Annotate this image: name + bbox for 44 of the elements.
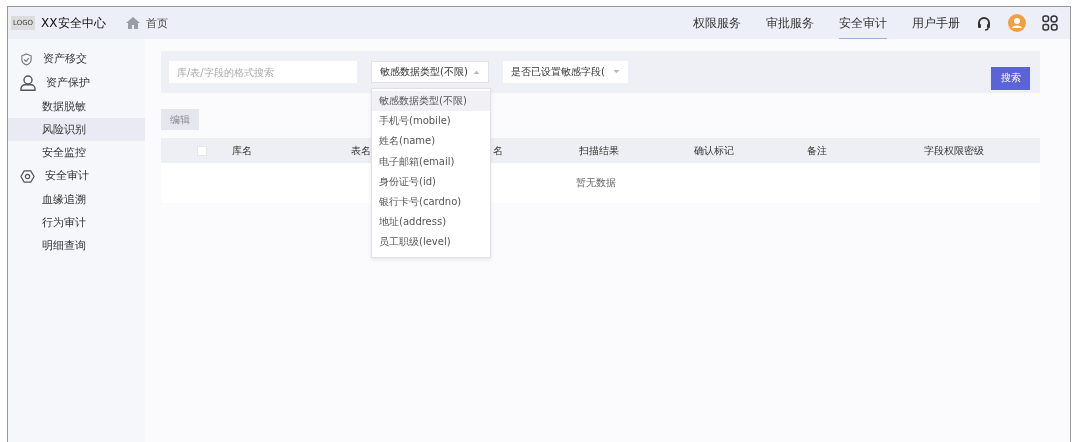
avatar-icon[interactable] bbox=[1008, 14, 1026, 32]
home-link[interactable]: 首页 bbox=[145, 15, 168, 31]
sidebar-subitem[interactable]: 血缘追溯 bbox=[8, 188, 145, 211]
column-header: 备注 bbox=[807, 143, 828, 158]
app-title: XX安全中心 bbox=[41, 14, 106, 32]
dropdown-option[interactable]: 手机号(mobile) bbox=[372, 111, 490, 132]
person-icon bbox=[20, 75, 36, 91]
column-header: 字段权限密级 bbox=[924, 143, 985, 158]
sidebar-item[interactable]: 安全审计 bbox=[8, 164, 145, 188]
type-select[interactable]: 敏感数据类型(不限) bbox=[371, 61, 489, 83]
sidebar-subitem[interactable]: 安全监控 bbox=[8, 141, 145, 164]
dropdown-option[interactable]: 敏感数据类型(不限) bbox=[372, 91, 490, 112]
apps-icon[interactable] bbox=[1042, 15, 1058, 31]
sidebar-item[interactable]: 资产保护 bbox=[8, 71, 145, 95]
caret-icon bbox=[473, 70, 480, 74]
column-header: 表名 bbox=[351, 143, 372, 158]
search-button[interactable]: 搜索 bbox=[991, 66, 1030, 90]
nav-tab[interactable]: 权限服务 bbox=[693, 6, 741, 40]
search-field[interactable]: 库/表/字段的格式搜索 bbox=[169, 61, 357, 83]
dropdown-option[interactable]: 电子邮箱(email) bbox=[372, 151, 490, 172]
sidebar-subitem[interactable]: 行为审计 bbox=[8, 211, 145, 234]
nav-tab[interactable]: 用户手册 bbox=[912, 6, 960, 40]
empty-text: 暂无数据 bbox=[575, 176, 616, 190]
column-header: 库名 bbox=[232, 143, 253, 158]
dropdown-option[interactable]: 身份证号(id) bbox=[372, 171, 490, 192]
caret-icon bbox=[613, 70, 620, 74]
home-icon[interactable] bbox=[125, 17, 140, 29]
column-header: 确认标记 bbox=[694, 143, 735, 158]
headset-icon[interactable] bbox=[976, 15, 992, 31]
column-header: 扫描结果 bbox=[579, 143, 620, 158]
sidebar-subitem[interactable]: 风险识别 bbox=[8, 118, 145, 141]
shield-icon bbox=[20, 52, 33, 66]
dropdown-option[interactable]: 银行卡号(cardno) bbox=[372, 191, 490, 213]
sidebar-subitem[interactable]: 明细查询 bbox=[8, 234, 145, 257]
column-header: 名 bbox=[493, 143, 504, 158]
dropdown-option[interactable]: 姓名(name) bbox=[372, 131, 490, 152]
checkbox[interactable] bbox=[197, 145, 207, 156]
sidebar-item[interactable]: 资产移交 bbox=[8, 47, 145, 71]
nav-tab[interactable]: 审批服务 bbox=[766, 6, 814, 40]
set-select[interactable]: 是否已设置敏感字段( bbox=[503, 61, 628, 83]
sidebar-subitem[interactable]: 数据脱敏 bbox=[8, 95, 145, 118]
dropdown-option[interactable]: 员工职级(level) bbox=[372, 232, 490, 253]
dropdown-option[interactable]: 地址(address) bbox=[372, 212, 490, 233]
settings-icon bbox=[20, 168, 35, 184]
